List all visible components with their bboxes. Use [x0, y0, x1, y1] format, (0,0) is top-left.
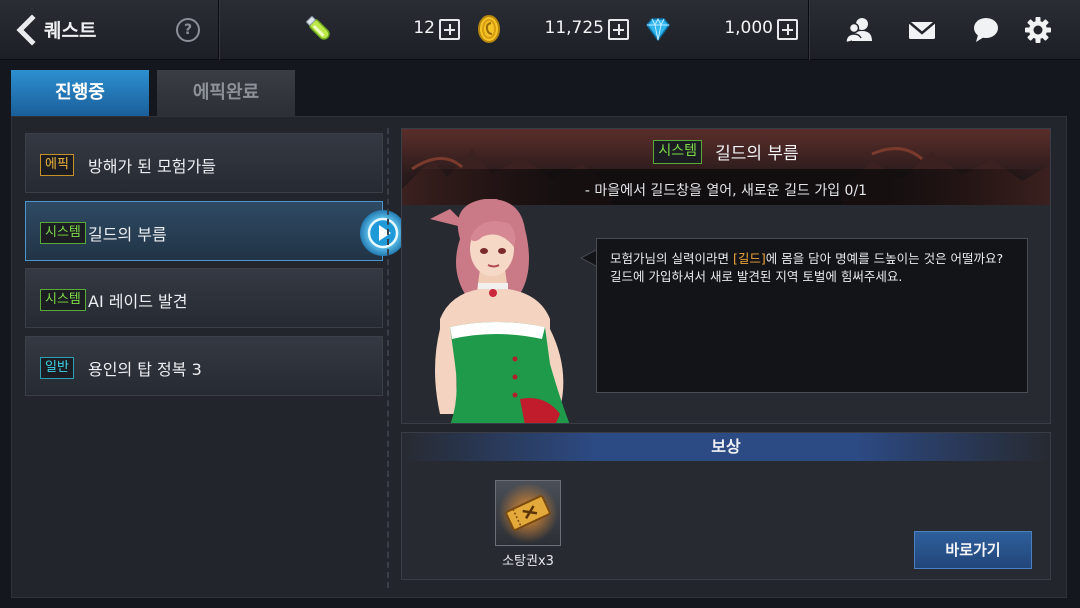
quest-list-item[interactable]: 시스템 AI 레이드 발견	[25, 268, 383, 328]
dialog-highlight: [길드]	[732, 251, 766, 266]
add-gems-button[interactable]	[777, 19, 798, 40]
reward-item-slot[interactable]	[495, 480, 561, 546]
settings-gear-icon[interactable]	[1022, 14, 1054, 46]
quest-name: AI 레이드 발견	[88, 292, 188, 311]
quest-type-badge: 시스템	[653, 139, 702, 164]
chat-icon[interactable]	[970, 14, 1002, 46]
quest-type-badge: 일반	[40, 357, 74, 379]
list-divider	[387, 128, 389, 588]
goto-button[interactable]: 바로가기	[914, 531, 1032, 569]
add-stamina-button[interactable]	[439, 19, 460, 40]
quest-objective: - 마을에서 길드창을 열어, 새로운 길드 가입 0/1	[584, 183, 868, 199]
back-arrow-icon[interactable]	[12, 14, 42, 46]
quest-type-badge: 시스템	[40, 222, 86, 244]
npc-dialog-box: 모험가님의 실력이라면 [길드]에 몸을 담아 명예를 드높이는 것은 어떨까요…	[596, 238, 1028, 393]
dialog-pointer	[580, 249, 597, 267]
quest-type-badge: 에픽	[40, 154, 74, 176]
gem-count: 1,000	[724, 18, 773, 38]
play-arrow-icon[interactable]	[360, 210, 406, 256]
dialog-text: 모험가님의 실력이라면	[610, 251, 733, 266]
quest-detail-panel: 시스템 길드의 부름 - 마을에서 길드창을 열어, 새로운 길드 가입 0/1…	[401, 128, 1051, 424]
reward-panel: 보상 소탕권x3 바로가기	[401, 432, 1051, 580]
gold-count: 11,725	[544, 18, 604, 38]
quest-name: 방해가 된 모험가들	[88, 157, 216, 176]
top-divider	[218, 0, 219, 60]
tab-epic-completed[interactable]: 에픽완료	[157, 70, 295, 116]
quest-type-badge: 시스템	[40, 289, 86, 311]
add-gold-button[interactable]	[608, 19, 629, 40]
quest-name: 용인의 탑 정복 3	[88, 360, 202, 379]
mail-icon[interactable]	[906, 14, 938, 46]
reward-item-label: 소탕권x3	[502, 554, 554, 569]
reward-heading: 보상	[402, 433, 1050, 461]
quest-name: 길드의 부름	[88, 225, 167, 244]
quest-detail-title: 길드의 부름	[715, 144, 799, 164]
quest-list-item[interactable]: 에픽 방해가 된 모험가들	[25, 133, 383, 193]
quest-list-item[interactable]: 일반 용인의 탑 정복 3	[25, 336, 383, 396]
stamina-count: 12	[413, 18, 435, 38]
quest-list-item-selected[interactable]: 시스템 길드의 부름	[25, 201, 383, 261]
friends-icon[interactable]	[844, 14, 876, 46]
ticket-icon	[498, 483, 558, 543]
page-title: 퀘스트	[44, 20, 97, 42]
quest-detail-header: 시스템 길드의 부름	[402, 139, 1050, 164]
top-divider	[808, 0, 809, 60]
tab-in-progress[interactable]: 진행중	[11, 70, 149, 116]
npc-character-portrait	[430, 199, 570, 423]
help-icon[interactable]: ?	[176, 18, 200, 42]
top-bar: 퀘스트 ? 12 11,725 1,000	[0, 0, 1080, 60]
